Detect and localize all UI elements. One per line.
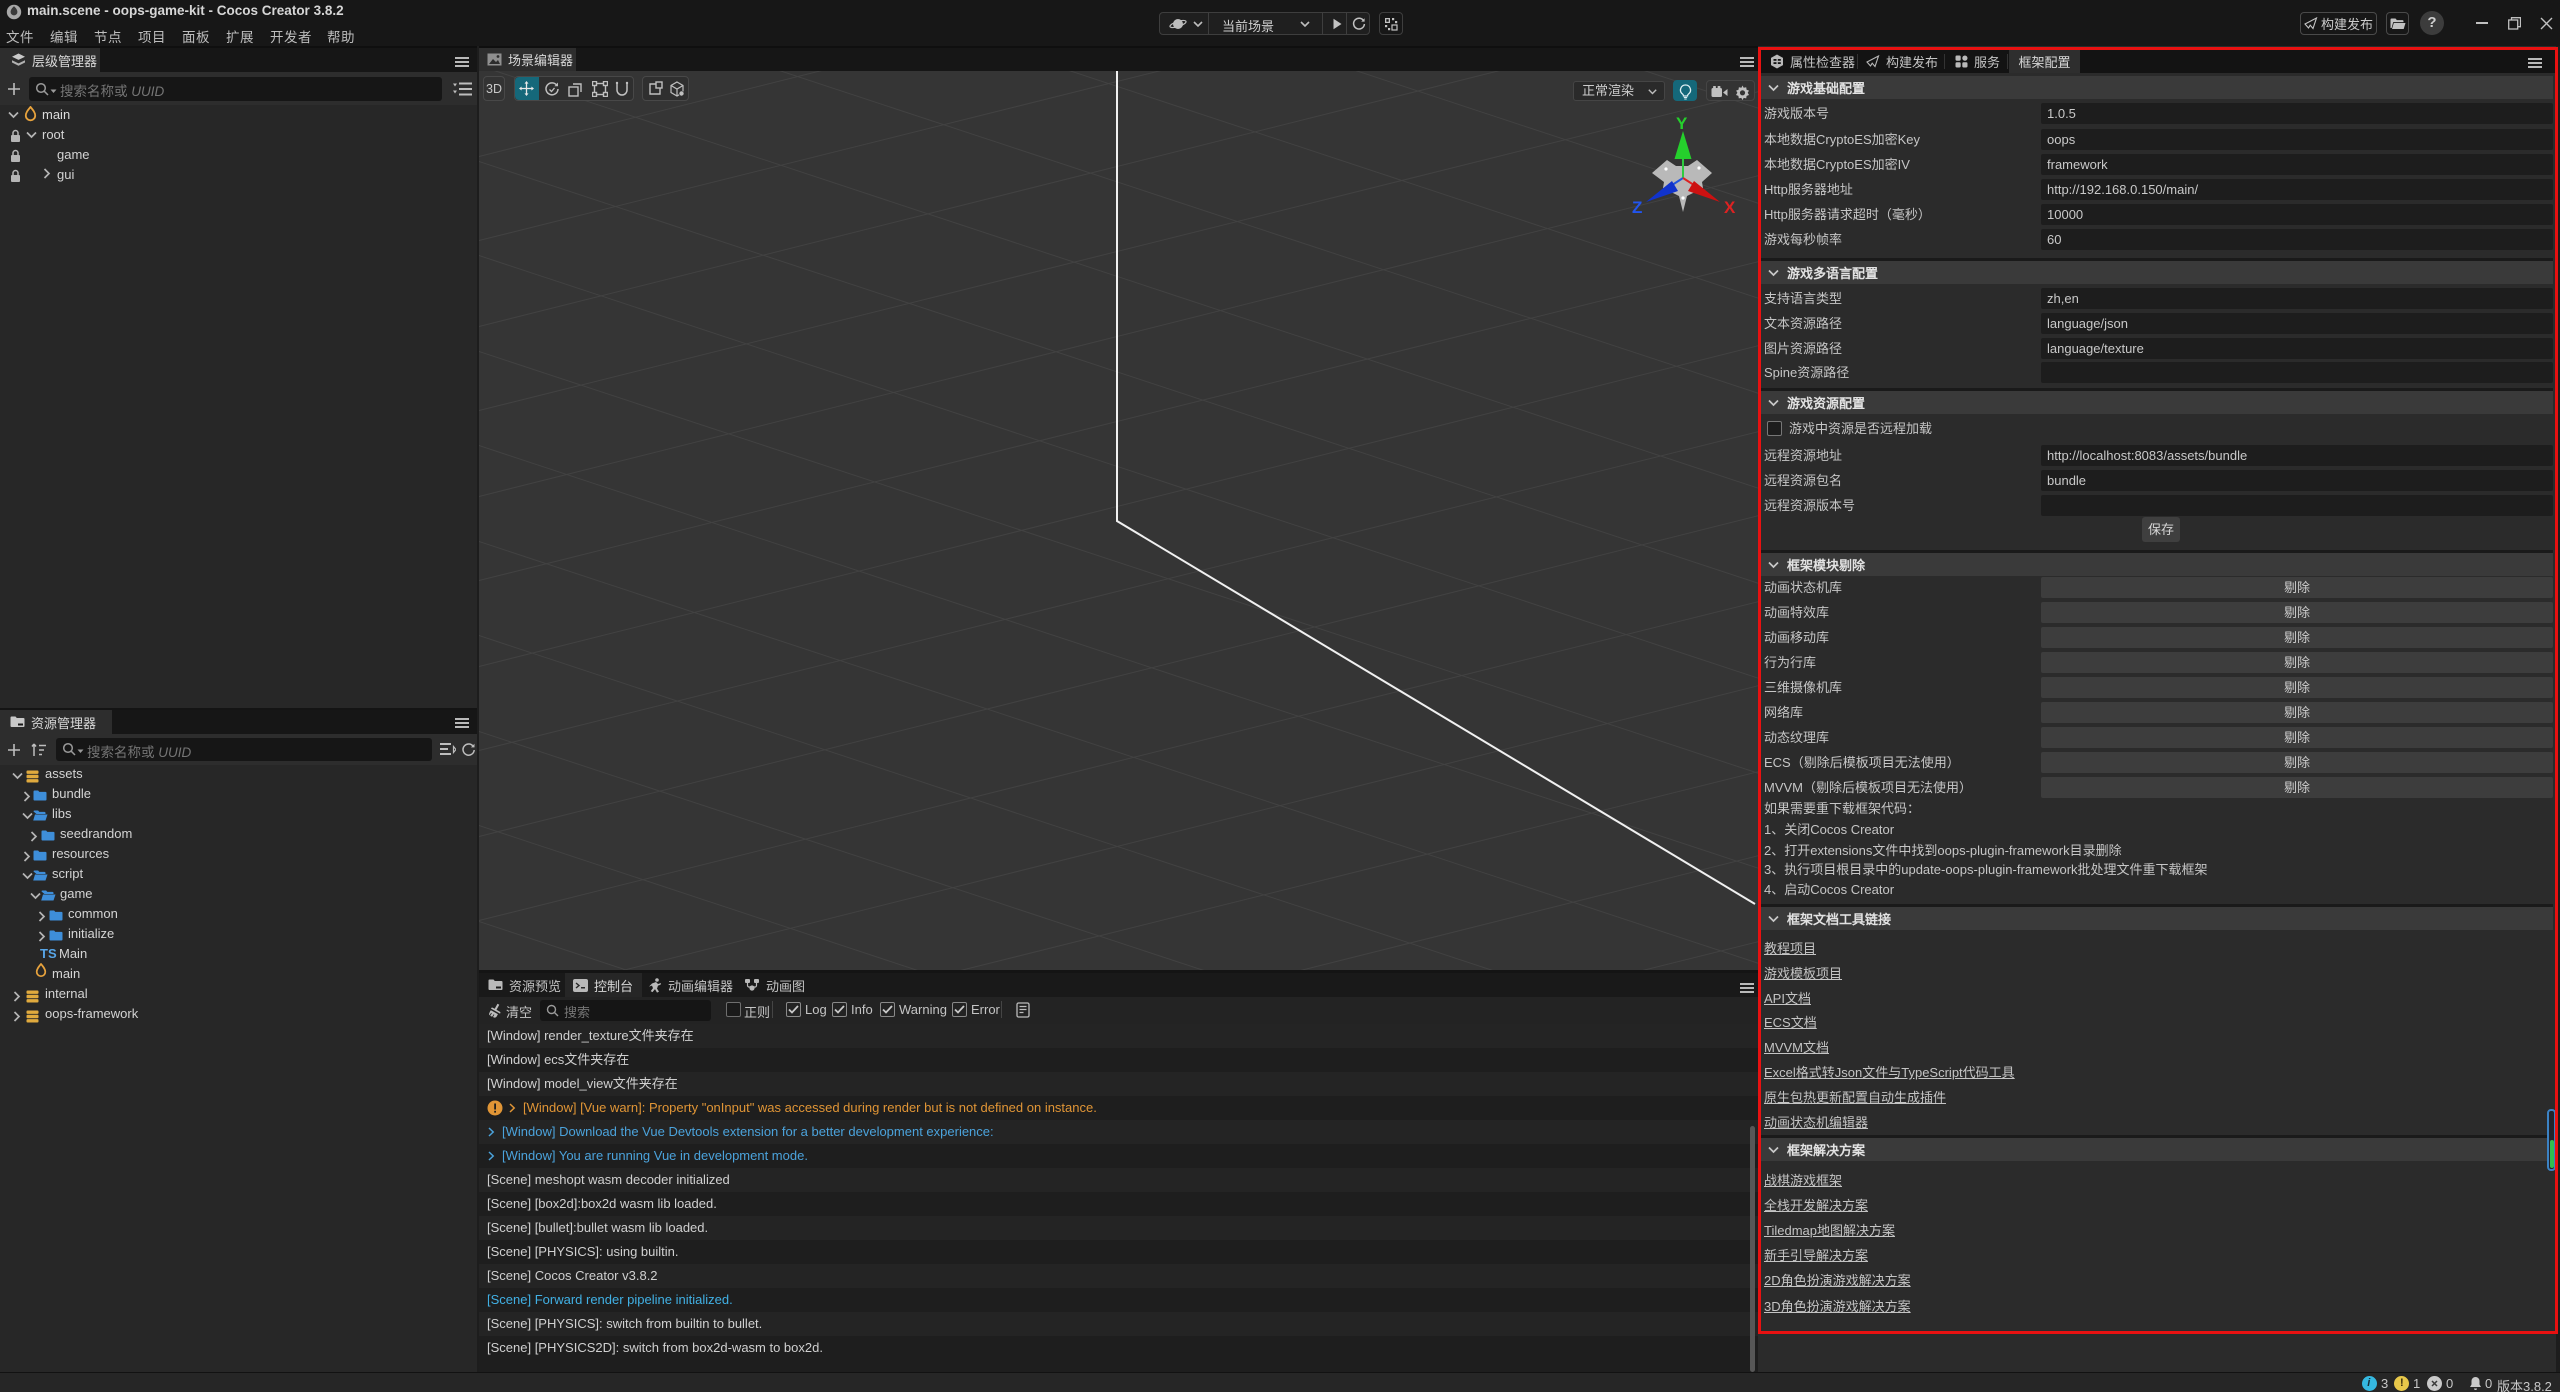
svg-text:Y: Y	[1676, 114, 1688, 133]
svg-text:Z: Z	[1632, 198, 1642, 217]
svg-text:X: X	[1724, 198, 1736, 217]
